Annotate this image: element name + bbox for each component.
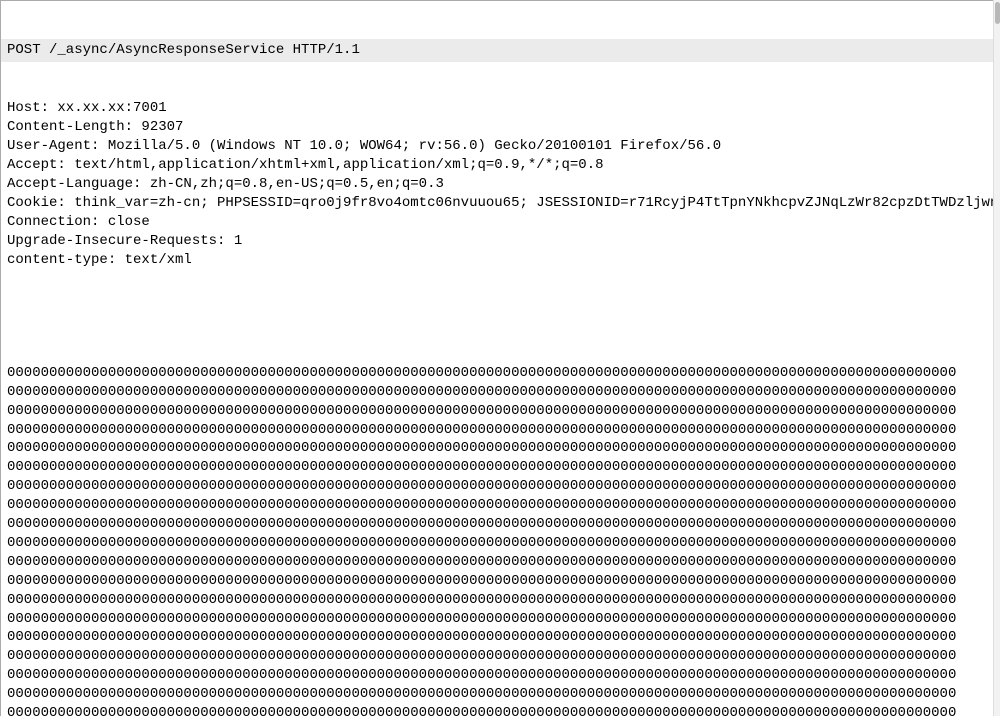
vertical-scrollbar[interactable] — [993, 0, 1000, 716]
header-line: Accept-Language: zh-CN,zh;q=0.8,en-US;q=… — [7, 175, 993, 194]
request-headers: Host: xx.xx.xx:7001Content-Length: 92307… — [7, 99, 993, 269]
header-line: content-type: text/xml — [7, 251, 993, 270]
body-line: 0000000000000000000000000000000000000000… — [7, 421, 993, 440]
header-line: Cookie: think_var=zh-cn; PHPSESSID=qro0j… — [7, 194, 993, 213]
body-line: 0000000000000000000000000000000000000000… — [7, 515, 993, 534]
body-line: 0000000000000000000000000000000000000000… — [7, 439, 993, 458]
header-line: Connection: close — [7, 213, 993, 232]
body-line: 0000000000000000000000000000000000000000… — [7, 383, 993, 402]
body-line: 0000000000000000000000000000000000000000… — [7, 610, 993, 629]
body-line: 0000000000000000000000000000000000000000… — [7, 628, 993, 647]
request-line: POST /_async/AsyncResponseService HTTP/1… — [1, 39, 999, 62]
header-line: Accept: text/html,application/xhtml+xml,… — [7, 156, 993, 175]
header-line: Upgrade-Insecure-Requests: 1 — [7, 232, 993, 251]
body-line: 0000000000000000000000000000000000000000… — [7, 534, 993, 553]
body-line: 0000000000000000000000000000000000000000… — [7, 458, 993, 477]
http-raw-viewer[interactable]: POST /_async/AsyncResponseService HTTP/1… — [0, 0, 1000, 716]
scrollbar-thumb[interactable] — [995, 2, 1000, 24]
header-line: User-Agent: Mozilla/5.0 (Windows NT 10.0… — [7, 137, 993, 156]
body-line: 0000000000000000000000000000000000000000… — [7, 477, 993, 496]
body-line: 0000000000000000000000000000000000000000… — [7, 364, 993, 383]
body-line: 0000000000000000000000000000000000000000… — [7, 402, 993, 421]
body-line: 0000000000000000000000000000000000000000… — [7, 647, 993, 666]
body-line: 0000000000000000000000000000000000000000… — [7, 496, 993, 515]
body-line: 0000000000000000000000000000000000000000… — [7, 666, 993, 685]
body-line: 0000000000000000000000000000000000000000… — [7, 591, 993, 610]
body-line: 0000000000000000000000000000000000000000… — [7, 572, 993, 591]
body-line: 0000000000000000000000000000000000000000… — [7, 704, 993, 716]
request-body: 0000000000000000000000000000000000000000… — [7, 364, 993, 716]
header-line: Content-Length: 92307 — [7, 118, 993, 137]
body-line: 0000000000000000000000000000000000000000… — [7, 685, 993, 704]
body-line: 0000000000000000000000000000000000000000… — [7, 553, 993, 572]
headers-body-separator — [7, 307, 993, 326]
header-line: Host: xx.xx.xx:7001 — [7, 99, 993, 118]
